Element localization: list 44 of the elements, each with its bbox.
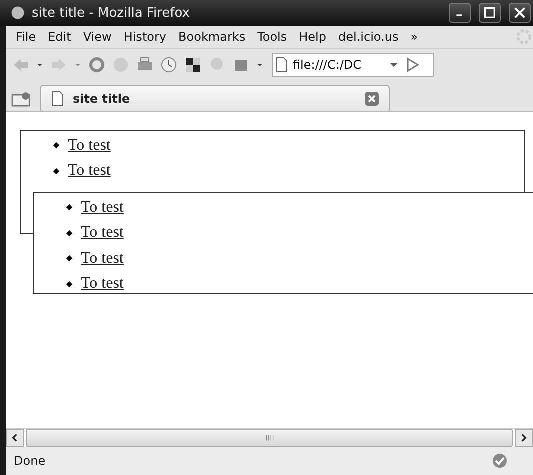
menu-item[interactable]: File	[10, 28, 42, 46]
list-link[interactable]: To test	[81, 224, 124, 242]
bullet-icon	[53, 168, 60, 175]
minimize-button[interactable]	[449, 3, 471, 23]
bullet-icon	[66, 204, 73, 212]
bullet-icon	[66, 230, 73, 237]
status-text: Done	[14, 454, 47, 468]
address-bar[interactable]: file:///C:/DC	[272, 53, 434, 77]
menu-item[interactable]: Bookmarks	[172, 28, 252, 46]
grip-icon	[264, 433, 274, 443]
menu-item[interactable]: Help	[293, 28, 332, 46]
chevron-left-icon[interactable]	[10, 433, 20, 443]
list-link[interactable]: To test	[81, 250, 124, 268]
scroll-right-button[interactable]	[515, 429, 533, 447]
bullet-icon	[66, 255, 73, 262]
menu-item[interactable]: Tools	[252, 28, 294, 46]
browser-tab[interactable]: site title	[40, 85, 390, 111]
list-link[interactable]: To test	[81, 275, 124, 294]
bullet-icon	[53, 142, 60, 150]
throbber-icon	[515, 28, 533, 46]
check-icon	[491, 452, 509, 470]
close-button[interactable]	[509, 3, 531, 23]
dropdown-icon[interactable]	[36, 61, 44, 69]
menu-item[interactable]: »	[404, 28, 424, 46]
address-field[interactable]: file:///C:/DC	[291, 58, 385, 72]
clock-icon[interactable]	[160, 56, 178, 74]
list-link[interactable]: To test	[68, 136, 111, 155]
bullet-icon	[66, 280, 73, 288]
list-link[interactable]: To test	[81, 198, 124, 217]
list-link[interactable]: To test	[68, 162, 111, 180]
maximize-icon[interactable]	[484, 7, 496, 19]
checker-icon[interactable]	[184, 56, 202, 74]
app-icon	[10, 5, 26, 21]
chevron-right-icon[interactable]	[519, 433, 529, 443]
reload-icon[interactable]	[88, 56, 106, 74]
menu-item[interactable]: View	[77, 28, 118, 46]
close-icon[interactable]	[514, 7, 526, 19]
window-title: site title - Mozilla Firefox	[32, 6, 191, 20]
menu-item[interactable]: Edit	[42, 28, 78, 46]
dropdown-icon[interactable]	[256, 61, 264, 69]
menu-item[interactable]: History	[118, 28, 173, 46]
maximize-button[interactable]	[479, 3, 501, 23]
scroll-left-button[interactable]	[6, 429, 24, 447]
menu-item[interactable]: del.icio.us	[332, 28, 405, 46]
